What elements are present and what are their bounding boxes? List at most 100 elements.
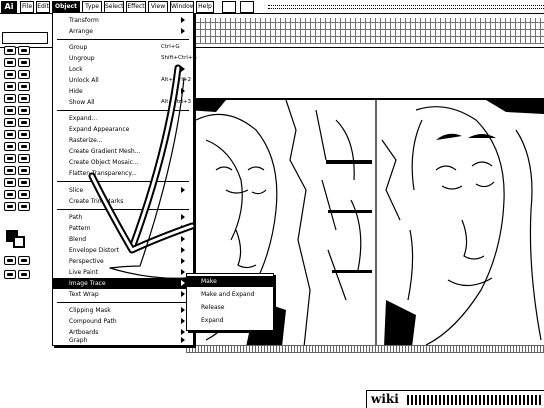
menu-item-group[interactable]: Group Ctrl+G xyxy=(53,42,193,53)
zoom-tool-icon[interactable] xyxy=(18,202,30,211)
menu-item-label: Transform xyxy=(69,17,99,24)
menu-item-expand[interactable]: Expand... xyxy=(53,113,193,124)
menu-item-label: Blend xyxy=(69,236,87,243)
menu-separator xyxy=(57,302,189,303)
menu-item-perspective[interactable]: Perspective xyxy=(53,256,193,267)
submenu-item-make-and-expand[interactable]: Make and Expand xyxy=(187,289,273,300)
menu-item-label: Group xyxy=(69,44,88,51)
paintbrush-tool-icon[interactable] xyxy=(4,94,16,103)
blob-brush-tool-icon[interactable] xyxy=(4,106,16,115)
shape-builder-tool-icon[interactable] xyxy=(4,142,16,151)
menu-item-show-all[interactable]: Show All Alt+Ctrl+3 xyxy=(53,97,193,108)
rotate-tool-icon[interactable] xyxy=(4,118,16,127)
menu-item-envelope-distort[interactable]: Envelope Distort xyxy=(53,245,193,256)
type-tool-icon[interactable] xyxy=(18,70,30,79)
menu-item-pattern[interactable]: Pattern xyxy=(53,223,193,234)
menu-item-compound-path[interactable]: Compound Path xyxy=(53,316,193,327)
menu-item-ungroup[interactable]: Ungroup Shift+Ctrl+G xyxy=(53,53,197,64)
menu-item-create-gradient-mesh[interactable]: Create Gradient Mesh... xyxy=(53,146,193,157)
menu-item-label: Pattern xyxy=(69,225,91,232)
menu-item-arrange[interactable]: Arrange xyxy=(53,26,193,37)
menu-item-label: Show All xyxy=(69,99,95,106)
menu-item-graph[interactable]: Graph xyxy=(53,335,193,345)
menu-item-rasterize[interactable]: Rasterize... xyxy=(53,135,193,146)
menu-item-label: Create Trim Marks xyxy=(69,198,124,205)
menu-item-lock[interactable]: Lock xyxy=(53,64,193,75)
menu-item-label: Slice xyxy=(69,187,84,194)
submenu-arrow-icon xyxy=(181,88,185,94)
tools-panel xyxy=(0,34,34,290)
menu-separator xyxy=(57,110,189,111)
menu-item-unlock-all[interactable]: Unlock All Alt+Ctrl+2 xyxy=(53,75,193,86)
gradient-tool-icon[interactable] xyxy=(18,154,30,163)
menu-item-clipping-mask[interactable]: Clipping Mask xyxy=(53,305,193,316)
menu-item-hide[interactable]: Hide xyxy=(53,86,193,97)
submenu-arrow-icon xyxy=(181,187,185,193)
submenu-arrow-icon xyxy=(181,66,185,72)
submenu-arrow-icon xyxy=(181,307,185,313)
menu-item-label: Hide xyxy=(69,88,83,95)
menu-item-create-trim-marks[interactable]: Create Trim Marks xyxy=(53,196,193,207)
pen-tool-icon[interactable] xyxy=(4,70,16,79)
scale-tool-icon[interactable] xyxy=(18,118,30,127)
pencil-tool-icon[interactable] xyxy=(18,94,30,103)
submenu-arrow-icon xyxy=(181,17,185,23)
menu-item-label: Clipping Mask xyxy=(69,307,111,314)
fill-stroke-swatches[interactable] xyxy=(6,230,26,248)
menu-item-path[interactable]: Path xyxy=(53,212,193,223)
direct-selection-tool-icon[interactable] xyxy=(18,46,30,55)
menu-item-text-wrap[interactable]: Text Wrap xyxy=(53,289,193,300)
menu-item-flatten-transparency[interactable]: Flatten Transparency... xyxy=(53,168,193,179)
menu-item-slice[interactable]: Slice xyxy=(53,185,193,196)
blend-tool-icon[interactable] xyxy=(18,166,30,175)
eyedropper-tool-icon[interactable] xyxy=(4,166,16,175)
width-tool-icon[interactable] xyxy=(4,130,16,139)
menu-separator xyxy=(57,209,189,210)
menu-separator xyxy=(57,39,189,40)
menu-item-label: Image Trace xyxy=(69,280,106,287)
menu-help[interactable]: Help xyxy=(196,1,214,13)
color-mode-icon[interactable] xyxy=(4,256,16,265)
screen-mode-icon[interactable] xyxy=(18,270,30,279)
slice-tool-icon[interactable] xyxy=(18,190,30,199)
menu-edit[interactable]: Edit xyxy=(36,1,50,13)
free-transform-tool-icon[interactable] xyxy=(18,130,30,139)
stroke-swatch-icon[interactable] xyxy=(13,236,25,248)
menu-item-label: Rasterize... xyxy=(69,137,103,144)
menu-item-live-paint[interactable]: Live Paint xyxy=(53,267,193,278)
hand-tool-icon[interactable] xyxy=(4,202,16,211)
menu-item-create-object-mosaic[interactable]: Create Object Mosaic... xyxy=(53,157,193,168)
horizontal-scrollbar[interactable] xyxy=(186,345,544,353)
symbol-sprayer-tool-icon[interactable] xyxy=(4,178,16,187)
draw-mode-icon[interactable] xyxy=(4,270,16,279)
menu-item-label: Create Object Mosaic... xyxy=(69,159,139,166)
gradient-mode-icon[interactable] xyxy=(18,256,30,265)
line-tool-icon[interactable] xyxy=(4,82,16,91)
menu-item-blend[interactable]: Blend xyxy=(53,234,193,245)
submenu-item-release[interactable]: Release xyxy=(187,302,273,313)
artboard-tool-icon[interactable] xyxy=(4,190,16,199)
column-graph-tool-icon[interactable] xyxy=(18,178,30,187)
menu-item-label: Expand Appearance xyxy=(69,126,130,133)
bridge-icon[interactable] xyxy=(222,1,236,13)
menu-item-expand-appearance[interactable]: Expand Appearance xyxy=(53,124,193,135)
mesh-tool-icon[interactable] xyxy=(4,154,16,163)
menu-file[interactable]: File xyxy=(20,1,34,13)
menu-item-label: Create Gradient Mesh... xyxy=(69,148,141,155)
rectangle-tool-icon[interactable] xyxy=(18,82,30,91)
submenu-item-expand[interactable]: Expand xyxy=(187,315,273,326)
menu-item-transform[interactable]: Transform xyxy=(53,15,193,26)
perspective-grid-tool-icon[interactable] xyxy=(18,142,30,151)
menu-separator xyxy=(57,181,189,182)
magic-wand-tool-icon[interactable] xyxy=(4,58,16,67)
watermark-logo: wiki xyxy=(366,390,544,408)
watermark-text: wiki xyxy=(371,392,399,406)
submenu-item-make[interactable]: Make xyxy=(187,276,273,287)
selection-tool-icon[interactable] xyxy=(4,46,16,55)
menu-item-label: Graph xyxy=(69,337,88,344)
workspace-icon[interactable] xyxy=(240,1,254,13)
menu-item-image-trace[interactable]: Image Trace xyxy=(53,278,193,289)
menu-item-label: Arrange xyxy=(69,28,93,35)
eraser-tool-icon[interactable] xyxy=(18,106,30,115)
lasso-tool-icon[interactable] xyxy=(18,58,30,67)
